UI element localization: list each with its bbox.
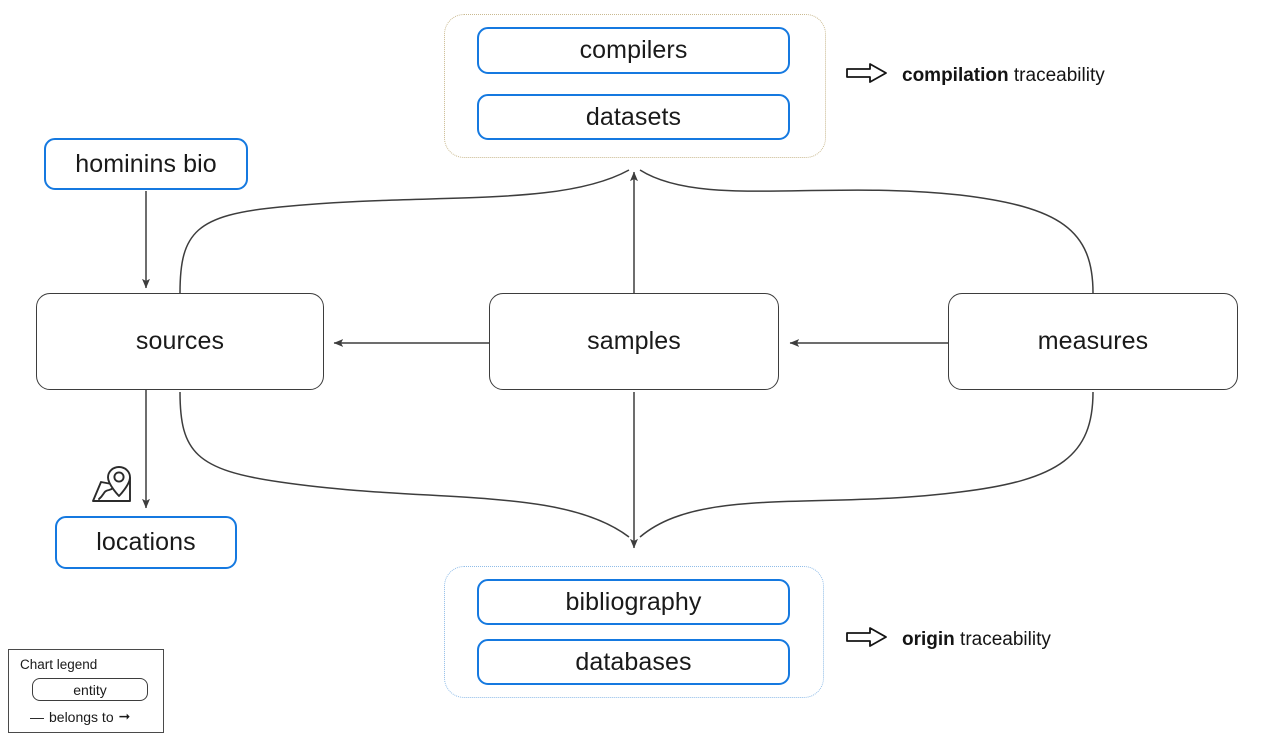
node-datasets-label: datasets <box>585 102 682 131</box>
node-sources-label: sources <box>135 327 225 355</box>
edge-measures-compilation <box>639 169 1094 294</box>
annotation-origin-bold: origin <box>902 629 955 650</box>
node-locations-label: locations <box>96 528 196 556</box>
node-hominins-bio-label: hominins bio <box>75 149 217 178</box>
node-compilers[interactable]: compilers <box>477 27 790 74</box>
node-locations[interactable]: locations <box>55 516 237 569</box>
annotation-compilation-text: compilation traceability <box>902 65 1105 87</box>
block-arrow-icon <box>846 626 888 654</box>
chart-legend: Chart legend entity — belongs to ➞ <box>8 649 164 733</box>
legend-relation-row: — belongs to ➞ <box>30 708 154 725</box>
annotation-compilation-rest: traceability <box>1008 65 1105 86</box>
annotation-origin-traceability: origin traceability <box>846 626 1051 654</box>
node-bibliography[interactable]: bibliography <box>477 579 790 625</box>
node-sources[interactable]: sources <box>36 293 324 390</box>
node-databases-label: databases <box>575 647 692 676</box>
legend-relation-arrow-icon: ➞ <box>118 708 131 724</box>
edge-sources-origin <box>179 391 630 538</box>
annotation-origin-rest: traceability <box>954 629 1051 650</box>
node-databases[interactable]: databases <box>477 639 790 685</box>
annotation-compilation-traceability: compilation traceability <box>846 62 1105 90</box>
annotation-compilation-bold: compilation <box>902 65 1009 86</box>
node-hominins-bio[interactable]: hominins bio <box>44 138 248 190</box>
annotation-origin-text: origin traceability <box>902 629 1051 651</box>
node-bibliography-label: bibliography <box>565 587 702 616</box>
node-measures-label: measures <box>1037 327 1149 355</box>
legend-relation-line-icon: — <box>30 708 44 725</box>
diagram-canvas: compilers datasets hominins bio sources … <box>0 0 1280 737</box>
node-compilers-label: compilers <box>579 36 688 64</box>
node-measures[interactable]: measures <box>948 293 1238 390</box>
edge-measures-origin <box>639 391 1094 538</box>
legend-title: Chart legend <box>20 657 98 672</box>
legend-entity-swatch: entity <box>32 678 148 701</box>
map-pin-icon <box>89 463 135 507</box>
node-samples[interactable]: samples <box>489 293 779 390</box>
node-samples-label: samples <box>587 327 681 355</box>
block-arrow-icon <box>846 62 888 90</box>
edge-sources-compilation <box>179 169 630 294</box>
legend-relation-label: belongs to <box>49 708 114 725</box>
node-datasets[interactable]: datasets <box>477 94 790 140</box>
